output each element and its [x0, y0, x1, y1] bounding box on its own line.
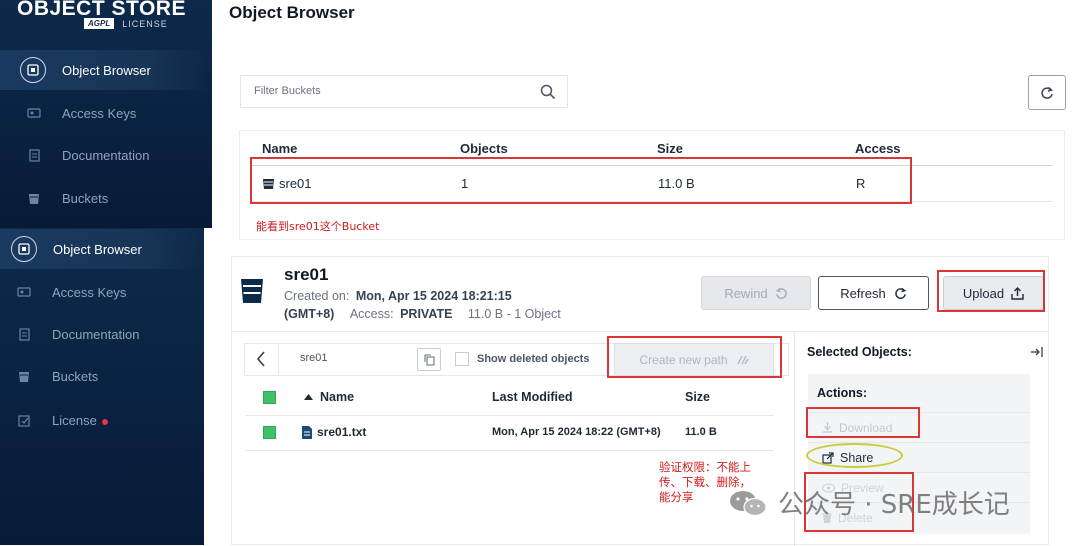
collapse-panel-icon[interactable]	[1030, 346, 1043, 358]
refresh-icon	[1041, 86, 1054, 99]
license-icon	[12, 408, 36, 432]
back-chevron-icon[interactable]	[256, 351, 266, 367]
sidebar-item-label: Object Browser	[53, 241, 142, 257]
path-separator	[278, 343, 279, 376]
bucket-summary: 11.0 B - 1 Object	[467, 307, 561, 321]
annotation-box-bucket-row	[250, 157, 912, 204]
actions-title: Actions:	[817, 386, 867, 400]
current-path: sre01	[300, 352, 328, 364]
license-alert-dot	[101, 419, 108, 425]
selected-objects-title: Selected Objects:	[807, 345, 912, 359]
object-browser-icon	[20, 57, 46, 83]
agpl-badge: AGPL	[84, 18, 115, 29]
access-keys-icon	[22, 101, 46, 125]
created-value: Mon, Apr 15 2024 18:21:15	[355, 289, 512, 303]
column-header-objects[interactable]: Objects	[460, 141, 508, 156]
filter-buckets-input[interactable]: Filter Buckets	[240, 75, 568, 108]
sidebar-item-label: License	[52, 412, 97, 428]
annotation-top: 能看到sre01这个Bucket	[256, 220, 380, 233]
sidebar-item-label: Access Keys	[52, 284, 127, 300]
sidebar-item-label: Buckets	[62, 190, 109, 206]
access-value: PRIVATE	[400, 307, 453, 321]
sidebar-item-object-browser[interactable]: Object Browser	[0, 50, 212, 90]
row-checkbox[interactable]	[263, 426, 276, 439]
object-modified-cell: Mon, Apr 15 2024 18:22 (GMT+8)	[492, 426, 661, 438]
sidebar-item-access-keys[interactable]: Access Keys	[0, 272, 204, 312]
column-header-access[interactable]: Access	[855, 141, 901, 156]
object-name: sre01.txt	[317, 425, 367, 439]
documentation-icon	[12, 322, 36, 346]
object-name-cell[interactable]: sre01.txt	[302, 425, 366, 439]
file-icon	[302, 425, 312, 439]
access-label: Access:	[349, 307, 394, 321]
column-header-size[interactable]: Size	[657, 141, 683, 156]
rewind-button[interactable]: Rewind	[701, 276, 811, 310]
bucket-title: sre01	[284, 265, 329, 284]
name-header-label: Name	[320, 390, 355, 404]
watermark-text: 公众号 · SRE成长记	[778, 490, 1010, 520]
sort-ascending-icon	[304, 394, 313, 400]
bucket-icon	[12, 364, 36, 388]
column-header-size[interactable]: Size	[685, 390, 710, 404]
show-deleted-checkbox[interactable]	[455, 352, 469, 366]
annotation-line-1: 验证权限：不能上	[659, 460, 751, 474]
annotation-box-download	[806, 407, 920, 438]
sidebar-item-documentation[interactable]: Documentation	[0, 135, 212, 175]
sidebar-item-object-browser[interactable]: Object Browser	[0, 229, 204, 269]
show-deleted-label: Show deleted objects	[477, 353, 590, 365]
column-header-name[interactable]: Name	[262, 141, 297, 156]
sidebar-item-label: Documentation	[62, 147, 150, 163]
sidebar-item-buckets[interactable]: Buckets	[0, 178, 212, 218]
sidebar-item-label: Object Browser	[62, 62, 151, 78]
object-browser-icon	[11, 236, 37, 262]
bucket-meta: (GMT+8) Access: PRIVATE 11.0 B - 1 Objec…	[284, 307, 561, 321]
bucket-created: Created on: Mon, Apr 15 2024 18:21:15	[284, 289, 512, 303]
watermark: 公众号 · SRE成长记	[728, 484, 1010, 521]
row-divider	[246, 450, 774, 451]
page-title: Object Browser	[229, 3, 355, 22]
sidebar-item-access-keys[interactable]: Access Keys	[0, 93, 212, 133]
bucket-icon	[22, 186, 46, 210]
copy-icon	[423, 353, 435, 366]
sidebar-bottom: Object Browser Access Keys Documentation…	[0, 228, 204, 545]
access-keys-icon	[12, 280, 36, 304]
refresh-buckets-button[interactable]	[1028, 75, 1066, 110]
sidebar-item-license[interactable]: License	[0, 400, 204, 440]
annotation-box-upload	[937, 270, 1045, 312]
license-label: LICENSE	[122, 18, 168, 29]
refresh-label: Refresh	[840, 285, 886, 301]
annotation-ellipse-share	[806, 443, 903, 468]
wechat-icon	[730, 490, 767, 516]
created-label: Created on:	[284, 289, 350, 303]
sidebar-item-label: Documentation	[52, 326, 140, 342]
object-size-cell: 11.0 B	[685, 426, 717, 438]
sidebar-item-label: Buckets	[52, 368, 99, 384]
filter-placeholder: Filter Buckets	[254, 85, 321, 97]
column-header-name[interactable]: Name	[304, 390, 354, 404]
column-header-last-modified[interactable]: Last Modified	[492, 390, 573, 404]
select-all-checkbox[interactable]	[263, 391, 276, 404]
sidebar-top: OBJECT STORE AGPL LICENSE Object Browser…	[0, 0, 212, 228]
timezone: (GMT+8)	[284, 307, 335, 321]
brand-logo: OBJECT STORE AGPL LICENSE	[17, 0, 187, 37]
refresh-icon	[895, 287, 906, 299]
documentation-icon	[22, 143, 46, 167]
sidebar-item-buckets[interactable]: Buckets	[0, 356, 204, 396]
rewind-icon	[775, 287, 787, 299]
sidebar-item-documentation[interactable]: Documentation	[0, 314, 204, 354]
search-icon[interactable]	[540, 84, 556, 100]
annotation-box-create-path	[607, 336, 782, 378]
sidebar-item-label: Access Keys	[62, 105, 137, 121]
copy-path-button[interactable]	[417, 348, 441, 371]
panel-divider	[232, 331, 1048, 332]
refresh-button[interactable]: Refresh	[818, 276, 929, 310]
bucket-large-icon	[241, 279, 263, 303]
rewind-label: Rewind	[724, 285, 768, 301]
